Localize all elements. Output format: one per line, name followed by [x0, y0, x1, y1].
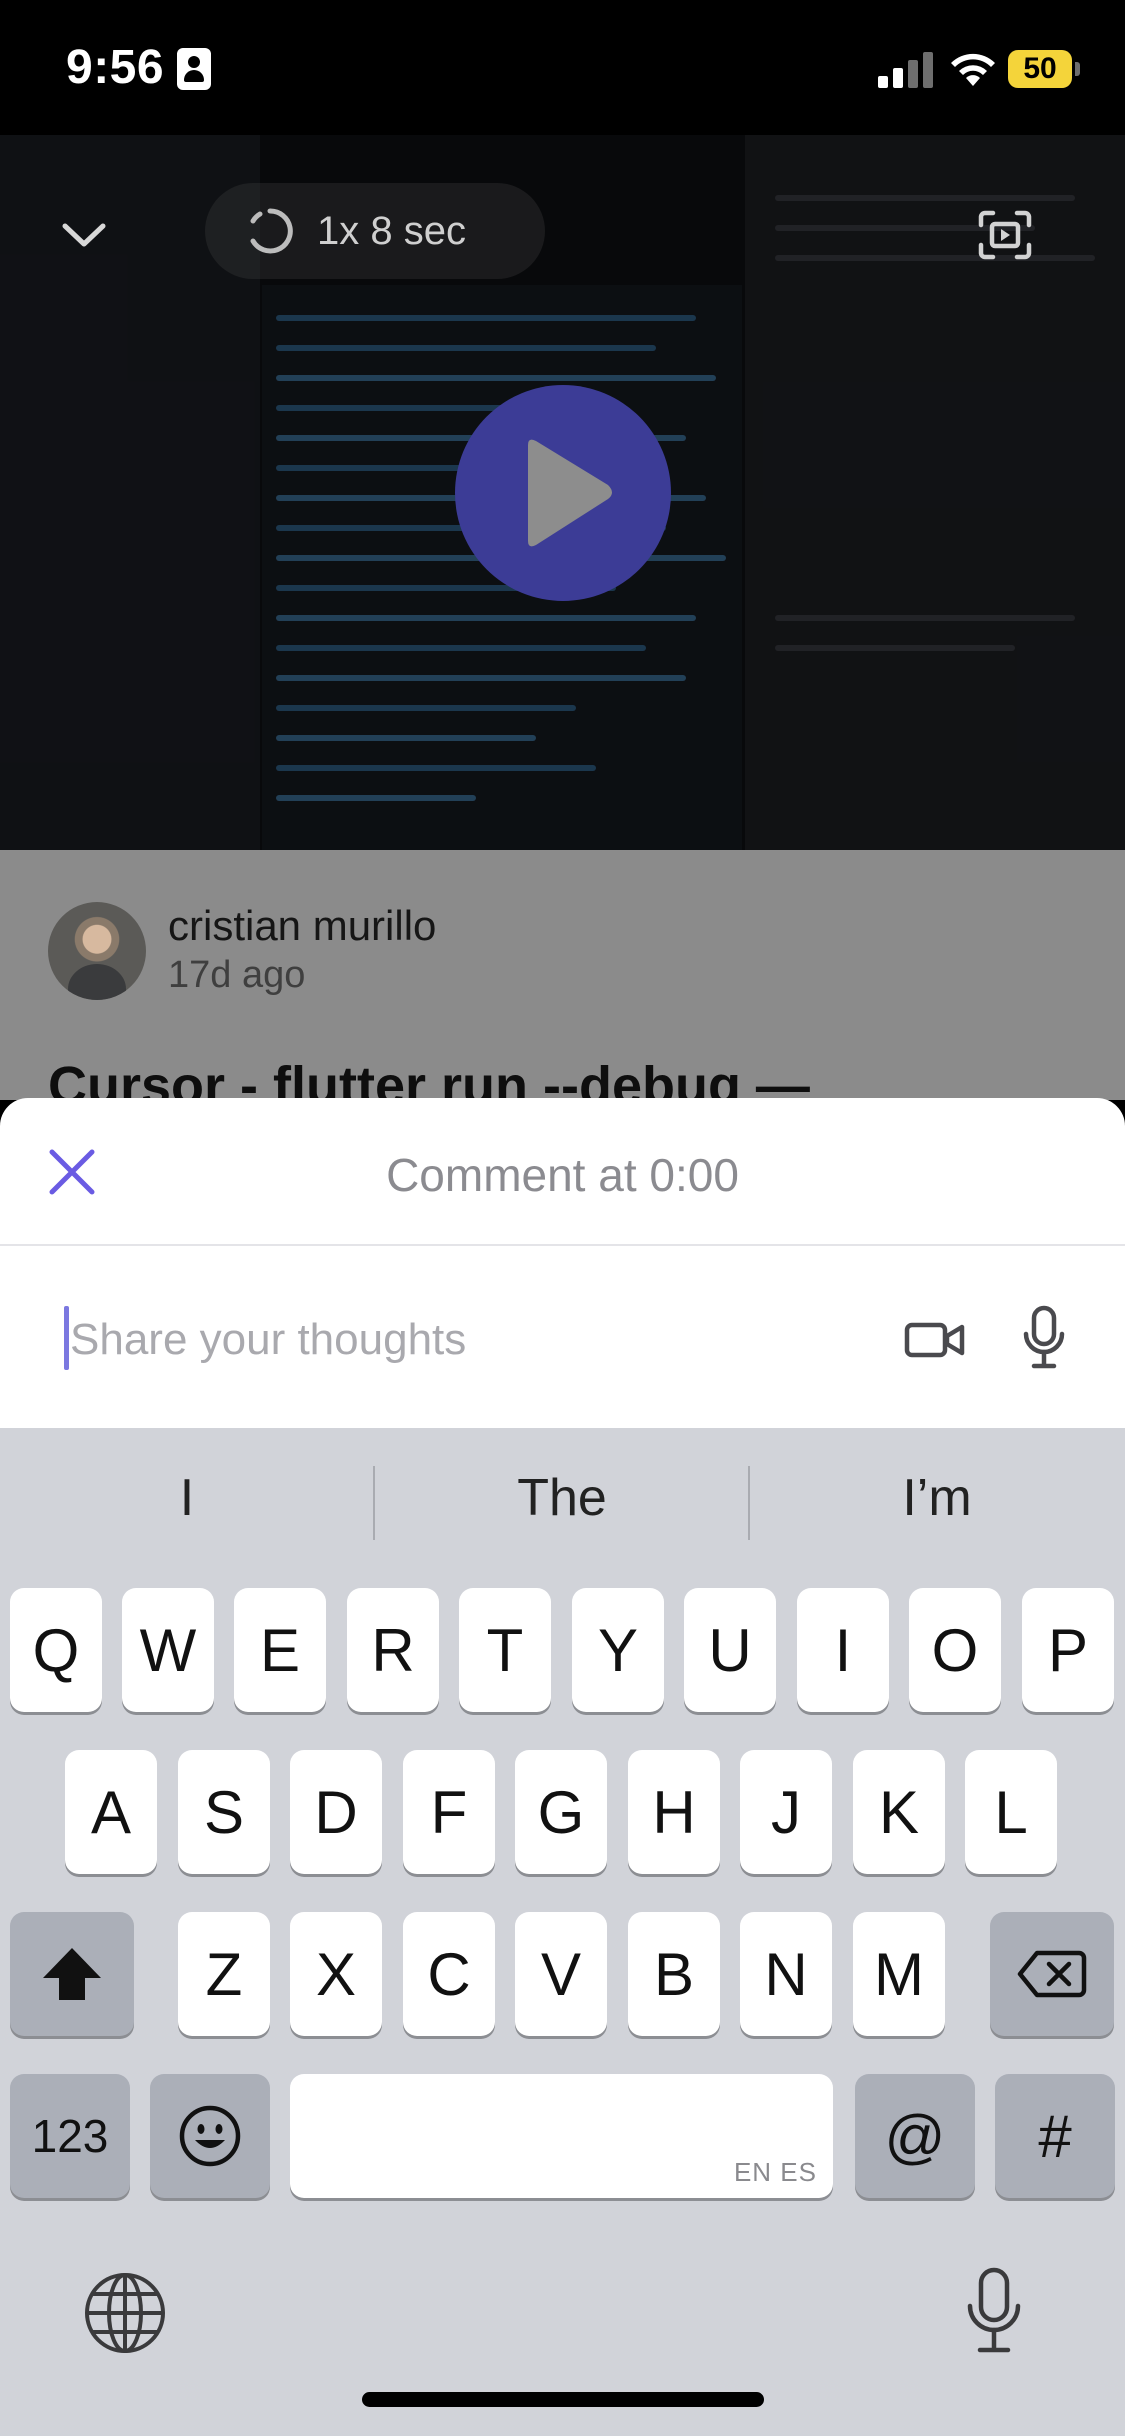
- post-info: cristian murillo 17d ago Cursor - flutte…: [0, 850, 1125, 1116]
- emoji-icon: [179, 2105, 241, 2167]
- suggestion-1[interactable]: I: [0, 1468, 374, 1528]
- backspace-icon: [1017, 1950, 1087, 1998]
- key-q[interactable]: Q: [10, 1588, 102, 1712]
- globe-icon: [85, 2273, 165, 2353]
- suggestion-bar: I The I’m: [0, 1428, 1125, 1578]
- key-v[interactable]: V: [515, 1912, 607, 2036]
- battery-icon: 50: [1008, 50, 1080, 88]
- key-t[interactable]: T: [459, 1588, 551, 1712]
- key-j[interactable]: J: [740, 1750, 832, 1874]
- dictation-mic-icon: [967, 2267, 1021, 2353]
- key-s[interactable]: S: [178, 1750, 270, 1874]
- video-player[interactable]: 1x 8 sec: [0, 135, 1125, 850]
- post-age: 17d ago: [168, 954, 306, 996]
- keyboard-language-hint: EN ES: [733, 2157, 817, 2187]
- key-o[interactable]: O: [909, 1588, 1001, 1712]
- key-w[interactable]: W: [122, 1588, 214, 1712]
- key-m[interactable]: M: [853, 1912, 945, 2036]
- key-d[interactable]: D: [290, 1750, 382, 1874]
- numbers-key[interactable]: 123: [10, 2074, 130, 2198]
- record-audio-button[interactable]: [1022, 1304, 1066, 1372]
- space-key[interactable]: EN ES: [290, 2074, 833, 2198]
- key-n[interactable]: N: [740, 1912, 832, 2036]
- software-keyboard: I The I’m Q W E R T Y U I O P A S D F G …: [0, 1428, 1125, 2436]
- hash-key[interactable]: #: [995, 2074, 1115, 2198]
- chevron-down-icon: [62, 223, 106, 247]
- key-a[interactable]: A: [65, 1750, 157, 1874]
- play-button[interactable]: [455, 385, 671, 601]
- record-video-button[interactable]: [904, 1308, 966, 1370]
- at-key[interactable]: @: [855, 2074, 975, 2198]
- fullscreen-button[interactable]: [955, 185, 1055, 285]
- key-z[interactable]: Z: [178, 1912, 270, 2036]
- comment-sheet-title: Comment at 0:00: [386, 1149, 739, 1201]
- playback-speed-button[interactable]: 1x 8 sec: [205, 183, 545, 279]
- key-e[interactable]: E: [234, 1588, 326, 1712]
- wifi-icon: [951, 53, 995, 86]
- key-p[interactable]: P: [1022, 1588, 1114, 1712]
- author-name[interactable]: cristian murillo: [168, 902, 436, 950]
- id-card-icon: [177, 48, 211, 90]
- suggestion-2[interactable]: The: [375, 1468, 749, 1528]
- shift-key[interactable]: [10, 1912, 134, 2036]
- key-u[interactable]: U: [684, 1588, 776, 1712]
- key-h[interactable]: H: [628, 1750, 720, 1874]
- play-icon: [528, 439, 612, 547]
- key-i[interactable]: I: [797, 1588, 889, 1712]
- cellular-signal-icon: [878, 50, 938, 88]
- video-camera-icon: [904, 1322, 965, 1358]
- globe-button[interactable]: [82, 2270, 168, 2356]
- home-indicator[interactable]: [362, 2392, 764, 2407]
- key-b[interactable]: B: [628, 1912, 720, 2036]
- backspace-key[interactable]: [990, 1912, 1114, 2036]
- comment-sheet-header: Comment at 0:00: [0, 1098, 1125, 1246]
- shift-icon: [43, 1948, 101, 2000]
- key-f[interactable]: F: [403, 1750, 495, 1874]
- emoji-key[interactable]: [150, 2074, 270, 2198]
- microphone-icon: [1023, 1305, 1065, 1369]
- dictation-button[interactable]: [964, 2266, 1024, 2358]
- key-k[interactable]: K: [853, 1750, 945, 1874]
- key-r[interactable]: R: [347, 1588, 439, 1712]
- minimize-button[interactable]: [34, 185, 134, 285]
- playback-speed-label: 1x 8 sec: [317, 208, 466, 253]
- playback-speed-icon: [250, 208, 293, 254]
- key-x[interactable]: X: [290, 1912, 382, 2036]
- status-bar: 9:56 50: [0, 0, 1125, 135]
- comment-input[interactable]: [64, 1306, 864, 1374]
- fullscreen-icon: [978, 210, 1032, 260]
- suggestion-3[interactable]: I’m: [750, 1468, 1124, 1528]
- avatar[interactable]: [48, 902, 146, 1000]
- key-g[interactable]: G: [515, 1750, 607, 1874]
- key-l[interactable]: L: [965, 1750, 1057, 1874]
- key-c[interactable]: C: [403, 1912, 495, 2036]
- status-time: 9:56: [66, 41, 165, 94]
- key-y[interactable]: Y: [572, 1588, 664, 1712]
